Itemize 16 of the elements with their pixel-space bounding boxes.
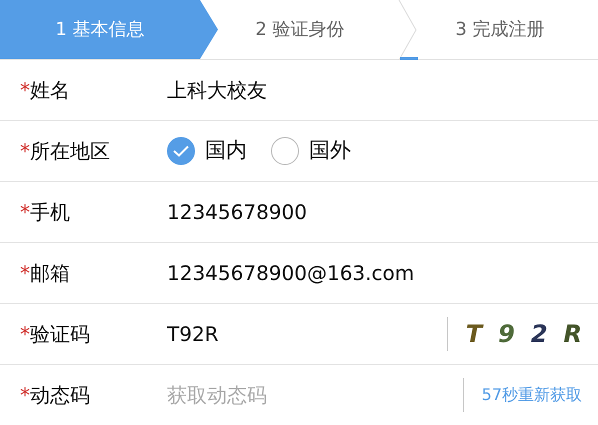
field-label: *动态码 [19,382,91,409]
input-field[interactable]: 12345678900 [167,197,598,227]
field-label: *邮箱 [19,260,71,287]
input-field[interactable]: 上科大校友 [167,75,598,105]
progress-marker [400,57,418,60]
radio-option[interactable]: 国外 [271,135,351,167]
radio-option[interactable]: 国内 [167,135,247,167]
field-label: *所在地区 [19,138,111,165]
input-field[interactable]: 12345678900@163.com [167,258,598,288]
field-label: *姓名 [19,77,71,104]
step-tab[interactable]: 3 完成注册 [400,0,598,59]
captcha-image[interactable]: T 9 2 R [446,317,598,351]
input-field[interactable]: 获取动态码 [167,380,463,410]
field-label: *手机 [19,199,71,226]
input-field[interactable]: T92R [167,319,447,349]
field-label: *验证码 [19,321,91,348]
